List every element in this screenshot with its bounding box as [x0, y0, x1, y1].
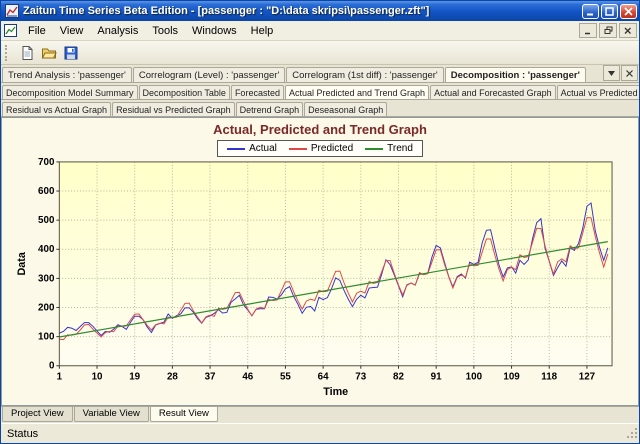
svg-text:1: 1 [57, 371, 63, 382]
tab-trend-analysis-passenger[interactable]: Trend Analysis : 'passenger' [2, 67, 132, 82]
menu-item-help[interactable]: Help [244, 23, 281, 39]
menu-item-file[interactable]: File [21, 23, 53, 39]
time-series-plot: 0 100 200 300 400 500 600 700 1 10 19 28 37 46 55 64 73 8… [8, 158, 632, 403]
svg-text:118: 118 [541, 371, 557, 382]
status-text: Status [7, 428, 38, 440]
status-bar: Status [1, 423, 639, 443]
legend-label-trend: Trend [387, 143, 413, 154]
svg-text:0: 0 [49, 361, 55, 372]
close-tab-icon[interactable] [621, 65, 638, 81]
svg-text:100: 100 [38, 332, 55, 343]
svg-text:200: 200 [38, 302, 55, 313]
svg-text:19: 19 [129, 371, 140, 382]
toolbar [1, 41, 639, 65]
new-document-icon[interactable] [16, 42, 38, 64]
child-minimize-button[interactable] [579, 23, 597, 38]
toolbar-grip[interactable] [5, 45, 11, 61]
window-title: Zaitun Time Series Beta Edition - [passe… [23, 5, 582, 17]
svg-text:500: 500 [38, 215, 55, 226]
chart-area: Actual, Predicted and Trend Graph Actual… [1, 117, 639, 406]
svg-text:100: 100 [466, 371, 483, 382]
child-restore-button[interactable] [599, 23, 617, 38]
legend-label-predicted: Predicted [311, 143, 353, 154]
legend-swatch-actual [227, 148, 245, 150]
svg-text:28: 28 [167, 371, 178, 382]
view-tab-strip-row2: Residual vs Actual GraphResidual vs Pred… [1, 100, 639, 117]
tab-decomposition-model-summary[interactable]: Decomposition Model Summary [2, 85, 138, 99]
tab-project-view[interactable]: Project View [2, 407, 73, 422]
legend-swatch-predicted [289, 148, 307, 150]
menu-items: FileViewAnalysisToolsWindowsHelp [21, 23, 280, 39]
svg-text:Data: Data [16, 251, 28, 275]
tab-residual-vs-predicted-graph[interactable]: Residual vs Predicted Graph [112, 102, 235, 116]
svg-text:109: 109 [503, 371, 520, 382]
menu-bar: FileViewAnalysisToolsWindowsHelp [1, 21, 639, 41]
tab-actual-predicted-and-trend-graph[interactable]: Actual Predicted and Trend Graph [285, 85, 429, 99]
menu-item-view[interactable]: View [53, 23, 91, 39]
tab-deseasonal-graph[interactable]: Deseasonal Graph [304, 102, 387, 116]
view-tab-strip-row1: Decomposition Model SummaryDecomposition… [1, 83, 639, 100]
tab-residual-vs-actual-graph[interactable]: Residual vs Actual Graph [2, 102, 111, 116]
child-close-button[interactable] [619, 23, 637, 38]
app-icon [5, 4, 19, 18]
svg-text:700: 700 [38, 158, 55, 168]
minimize-button[interactable] [582, 4, 599, 19]
tab-correlogram-level-passenger[interactable]: Correlogram (Level) : 'passenger' [133, 67, 285, 82]
menu-item-windows[interactable]: Windows [185, 23, 244, 39]
svg-text:73: 73 [355, 371, 366, 382]
svg-text:127: 127 [579, 371, 596, 382]
legend-item-trend: Trend [365, 143, 413, 154]
child-window-icon[interactable] [4, 24, 18, 38]
svg-text:46: 46 [242, 371, 253, 382]
legend-item-predicted: Predicted [289, 143, 353, 154]
svg-text:55: 55 [280, 371, 291, 382]
svg-text:10: 10 [92, 371, 103, 382]
menu-item-analysis[interactable]: Analysis [90, 23, 145, 39]
chart-legend: Actual Predicted Trend [217, 140, 423, 157]
tab-result-view[interactable]: Result View [150, 407, 218, 422]
legend-swatch-trend [365, 148, 383, 150]
svg-text:400: 400 [38, 244, 55, 255]
tab-actual-vs-predicted-graph[interactable]: Actual vs Predicted Graph [557, 85, 639, 99]
legend-item-actual: Actual [227, 143, 277, 154]
tab-actual-and-forecasted-graph[interactable]: Actual and Forecasted Graph [430, 85, 556, 99]
close-button[interactable] [620, 4, 637, 19]
open-folder-icon[interactable] [38, 42, 60, 64]
chevron-down-icon[interactable] [603, 65, 620, 81]
menu-item-tools[interactable]: Tools [145, 23, 185, 39]
svg-text:64: 64 [318, 371, 329, 382]
save-icon[interactable] [60, 42, 82, 64]
svg-text:Time: Time [323, 386, 348, 398]
chart-title: Actual, Predicted and Trend Graph [213, 122, 427, 137]
workspace-tab-strip: Project ViewVariable ViewResult View [1, 406, 639, 423]
app-window: Zaitun Time Series Beta Edition - [passe… [0, 0, 640, 444]
tab-forecasted[interactable]: Forecasted [231, 85, 284, 99]
maximize-button[interactable] [601, 4, 618, 19]
tab-decomposition-passenger[interactable]: Decomposition : 'passenger' [445, 67, 586, 82]
tab-correlogram-1st-diff-passenger[interactable]: Correlogram (1st diff) : 'passenger' [286, 67, 443, 82]
resize-grip[interactable] [626, 427, 638, 442]
tab-decomposition-table[interactable]: Decomposition Table [139, 85, 230, 99]
svg-text:82: 82 [393, 371, 404, 382]
result-tab-strip: Trend Analysis : 'passenger'Correlogram … [1, 65, 639, 83]
svg-text:91: 91 [431, 371, 442, 382]
tab-variable-view[interactable]: Variable View [74, 407, 149, 422]
title-bar: Zaitun Time Series Beta Edition - [passe… [1, 1, 639, 21]
svg-text:37: 37 [205, 371, 216, 382]
legend-label-actual: Actual [249, 143, 277, 154]
tab-detrend-graph[interactable]: Detrend Graph [236, 102, 304, 116]
svg-text:300: 300 [38, 273, 55, 284]
svg-text:600: 600 [38, 186, 55, 197]
